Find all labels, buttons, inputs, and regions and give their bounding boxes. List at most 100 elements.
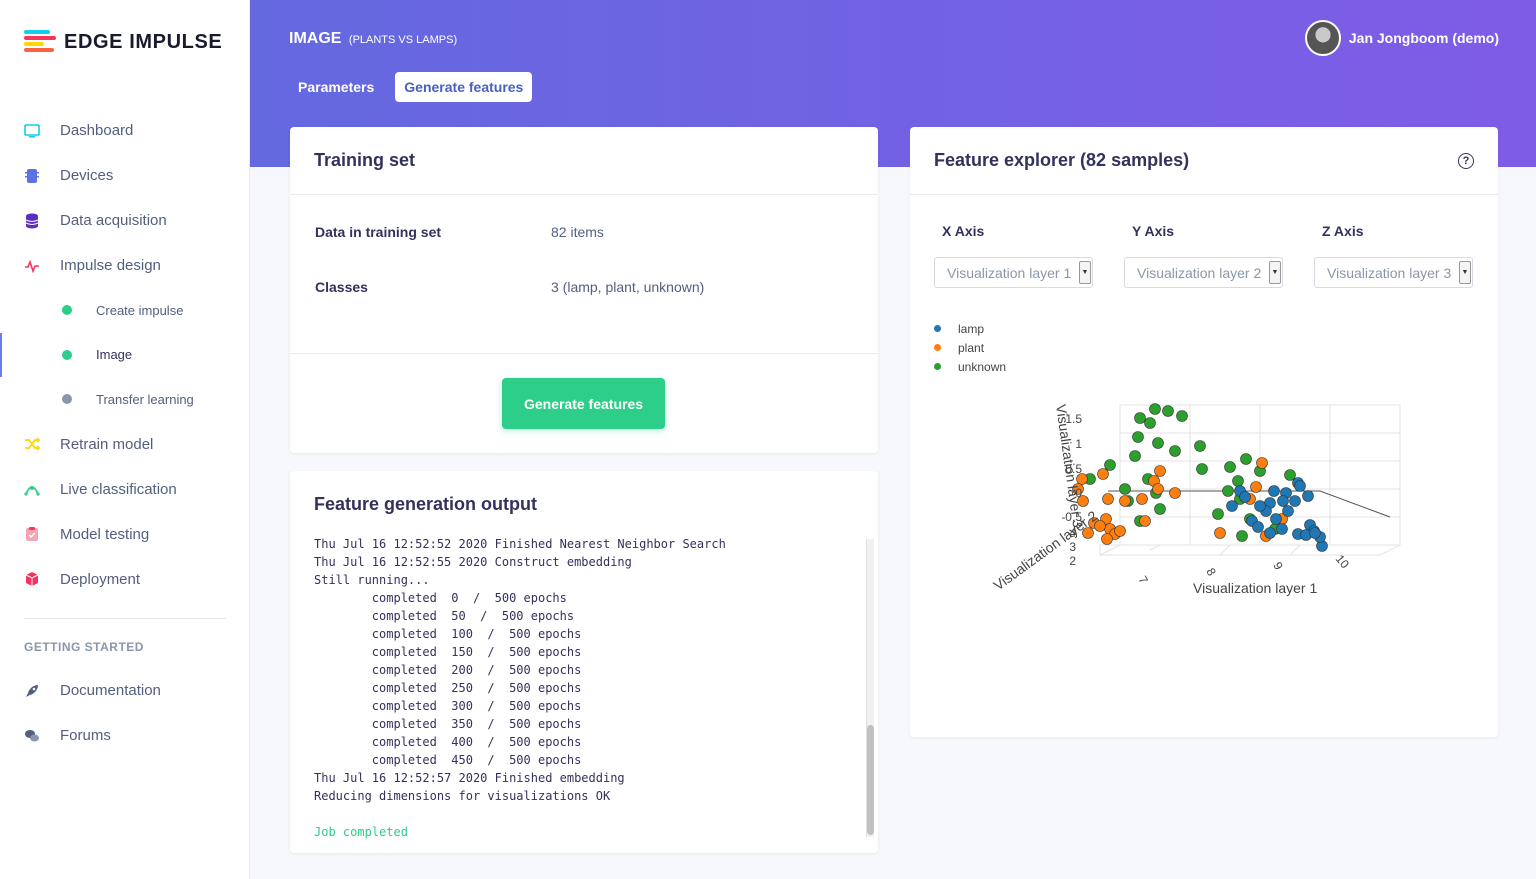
legend-label: unknown bbox=[958, 359, 1007, 374]
sidebar-item-impulse-design[interactable]: Impulse design bbox=[0, 243, 250, 288]
data-point-unknown[interactable] bbox=[1176, 410, 1188, 422]
z-axis-select[interactable]: Visualization layer 3 ▼ bbox=[1314, 257, 1473, 288]
data-point-plant[interactable] bbox=[1119, 495, 1131, 507]
data-point-lamp[interactable] bbox=[1268, 485, 1280, 497]
legend-swatch bbox=[934, 363, 941, 370]
data-point-unknown[interactable] bbox=[1240, 453, 1252, 465]
data-point-lamp[interactable] bbox=[1309, 527, 1321, 539]
output-log[interactable]: Thu Jul 16 12:52:52 2020 Finished Neares… bbox=[314, 535, 859, 843]
chart-legend: lamp plant unknown bbox=[934, 319, 1006, 376]
user-menu[interactable]: Jan Jongboom (demo) bbox=[1304, 20, 1499, 56]
card-title: Feature generation output bbox=[314, 493, 538, 514]
data-point-plant[interactable] bbox=[1101, 533, 1113, 545]
chevron-down-icon: ▼ bbox=[1459, 261, 1471, 284]
log-line: completed 200 / 500 epochs bbox=[314, 663, 582, 677]
data-point-unknown[interactable] bbox=[1132, 431, 1144, 443]
data-point-plant[interactable] bbox=[1250, 481, 1262, 493]
sidebar-item-documentation[interactable]: Documentation bbox=[0, 668, 250, 713]
data-point-plant[interactable] bbox=[1169, 487, 1181, 499]
data-point-unknown[interactable] bbox=[1224, 461, 1236, 473]
logo-icon bbox=[24, 30, 56, 54]
data-point-unknown[interactable] bbox=[1144, 417, 1156, 429]
data-point-lamp[interactable] bbox=[1302, 490, 1314, 502]
data-point-unknown[interactable] bbox=[1232, 475, 1244, 487]
data-point-plant[interactable] bbox=[1136, 493, 1148, 505]
sidebar-item-data-acquisition[interactable]: Data acquisition bbox=[0, 198, 250, 243]
generate-features-button[interactable]: Generate features bbox=[502, 378, 665, 429]
data-point-unknown[interactable] bbox=[1196, 463, 1208, 475]
tab-parameters[interactable]: Parameters bbox=[289, 72, 383, 102]
sidebar-item-forums[interactable]: Forums bbox=[0, 713, 250, 758]
data-point-unknown[interactable] bbox=[1212, 508, 1224, 520]
logo[interactable]: EDGE IMPULSE bbox=[24, 30, 222, 54]
help-icon[interactable]: ? bbox=[1458, 153, 1474, 169]
data-point-lamp[interactable] bbox=[1282, 505, 1294, 517]
data-point-unknown[interactable] bbox=[1129, 450, 1141, 462]
data-point-unknown[interactable] bbox=[1162, 405, 1174, 417]
data-point-lamp[interactable] bbox=[1270, 513, 1282, 525]
row-value: 82 items bbox=[551, 224, 604, 240]
data-point-unknown[interactable] bbox=[1104, 459, 1116, 471]
data-point-unknown[interactable] bbox=[1236, 530, 1248, 542]
tab-generate-features[interactable]: Generate features bbox=[395, 72, 533, 102]
axis-label: Y Axis bbox=[1132, 223, 1175, 239]
data-point-plant[interactable] bbox=[1152, 483, 1164, 495]
log-line: completed 50 / 500 epochs bbox=[314, 609, 575, 623]
data-point-plant[interactable] bbox=[1114, 525, 1126, 537]
sidebar-item-model-testing[interactable]: Model testing bbox=[0, 512, 250, 557]
data-point-lamp[interactable] bbox=[1239, 491, 1251, 503]
sidebar-item-deployment[interactable]: Deployment bbox=[0, 557, 250, 602]
sidebar-item-retrain-model[interactable]: Retrain model bbox=[0, 422, 250, 467]
card-divider bbox=[290, 353, 878, 354]
data-point-unknown[interactable] bbox=[1154, 503, 1166, 515]
sidebar-help-nav: Documentation Forums bbox=[0, 668, 250, 758]
data-point-plant[interactable] bbox=[1256, 457, 1268, 469]
data-point-unknown[interactable] bbox=[1134, 412, 1146, 424]
sidebar-item-create-impulse[interactable]: Create impulse bbox=[0, 288, 250, 333]
scrollbar-thumb[interactable] bbox=[867, 725, 874, 835]
sidebar-item-devices[interactable]: Devices bbox=[0, 153, 250, 198]
log-scrollbar[interactable] bbox=[866, 539, 874, 837]
x-tick: 8 bbox=[1203, 566, 1219, 579]
data-point-lamp[interactable] bbox=[1294, 480, 1306, 492]
data-point-plant[interactable] bbox=[1097, 468, 1109, 480]
data-point-plant[interactable] bbox=[1139, 515, 1151, 527]
status-dot bbox=[62, 349, 72, 360]
data-point-plant[interactable] bbox=[1102, 493, 1114, 505]
legend-item-lamp[interactable]: lamp bbox=[934, 319, 1006, 338]
data-point-plant[interactable] bbox=[1214, 527, 1226, 539]
sidebar-item-label: Impulse design bbox=[60, 257, 161, 274]
data-point-unknown[interactable] bbox=[1169, 445, 1181, 457]
x-axis-title: Visualization layer 1 bbox=[1193, 580, 1317, 596]
sidebar-item-live-classification[interactable]: Live classification bbox=[0, 467, 250, 512]
y-axis-select[interactable]: Visualization layer 2 ▼ bbox=[1124, 257, 1283, 288]
data-point-unknown[interactable] bbox=[1194, 440, 1206, 452]
data-point-lamp[interactable] bbox=[1289, 495, 1301, 507]
sidebar-item-transfer-learning[interactable]: Transfer learning bbox=[0, 377, 250, 422]
row-key: Classes bbox=[315, 279, 368, 295]
legend-item-plant[interactable]: plant bbox=[934, 338, 1006, 357]
data-point-unknown[interactable] bbox=[1222, 485, 1234, 497]
sidebar-item-dashboard[interactable]: Dashboard bbox=[0, 108, 250, 153]
data-point-lamp[interactable] bbox=[1277, 495, 1289, 507]
data-point-plant[interactable] bbox=[1154, 465, 1166, 477]
legend-item-unknown[interactable]: unknown bbox=[934, 357, 1006, 376]
sidebar-item-label: Devices bbox=[60, 167, 114, 184]
data-point-unknown[interactable] bbox=[1152, 437, 1164, 449]
sidebar-item-image[interactable]: Image bbox=[0, 332, 250, 378]
data-point-lamp[interactable] bbox=[1276, 523, 1288, 535]
data-point-unknown[interactable] bbox=[1284, 469, 1296, 481]
x-axis-select[interactable]: Visualization layer 1 ▼ bbox=[934, 257, 1093, 288]
scatter-3d-plot[interactable]: 1.5 1 0.5 0 -0.5 4 3 2 7 8 9 10 Visualiz… bbox=[990, 395, 1410, 605]
data-point-unknown[interactable] bbox=[1119, 483, 1131, 495]
data-point-lamp[interactable] bbox=[1226, 500, 1238, 512]
data-point-unknown[interactable] bbox=[1149, 403, 1161, 415]
data-point-lamp[interactable] bbox=[1254, 500, 1266, 512]
log-line: Reducing dimensions for visualizations O… bbox=[314, 789, 611, 803]
axis-label: X Axis bbox=[942, 223, 985, 239]
data-point-lamp[interactable] bbox=[1252, 521, 1264, 533]
legend-swatch bbox=[934, 344, 941, 351]
monitor-icon bbox=[24, 123, 40, 139]
data-point-lamp[interactable] bbox=[1264, 527, 1276, 539]
